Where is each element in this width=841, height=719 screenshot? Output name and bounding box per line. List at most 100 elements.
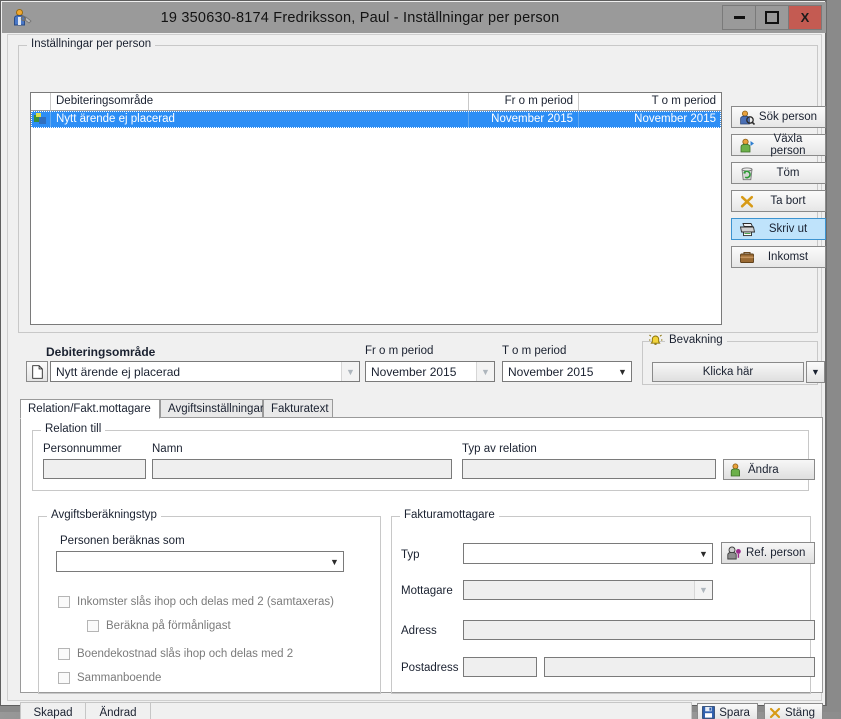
skriv-ut-button[interactable]: Skriv ut (731, 218, 826, 240)
relation-legend: Relation till (41, 423, 106, 435)
checkbox-box[interactable] (58, 596, 70, 608)
checkbox-box[interactable] (58, 648, 70, 660)
window-controls: X (722, 5, 822, 30)
row-from-period: November 2015 (469, 111, 579, 128)
checkbox-box[interactable] (87, 620, 99, 632)
bevakning-button-label: Klicka här (702, 366, 754, 378)
namn-label: Namn (152, 443, 183, 455)
to-period-combo[interactable]: November 2015 ▼ (502, 361, 632, 382)
table-row[interactable]: Nytt ärende ej placerad November 2015 No… (31, 111, 721, 128)
settings-grid[interactable]: Debiteringsområde Fr o m period T o m pe… (30, 92, 722, 325)
checkbox-label: Inkomster slås ihop och delas med 2 (sam… (77, 596, 334, 608)
maximize-button[interactable] (755, 5, 789, 30)
grid-header-area[interactable]: Debiteringsområde (51, 93, 469, 111)
chevron-down-icon: ▼ (811, 367, 820, 377)
tab-fakturatext[interactable]: Fakturatext (263, 399, 333, 418)
andra-button[interactable]: Ändra (723, 459, 815, 480)
ta-bort-label: Ta bort (770, 195, 806, 207)
stang-button[interactable]: Stäng (763, 703, 823, 719)
mottagare-combo[interactable]: ▼ (463, 580, 713, 600)
spara-button[interactable]: Spara (697, 703, 758, 719)
grid-header-icon-col[interactable] (31, 93, 51, 111)
status-message (150, 702, 693, 719)
row-area: Nytt ärende ej placerad (51, 111, 469, 128)
bevakning-dropdown-button[interactable]: ▼ (806, 361, 825, 383)
desktop-right-strip (827, 0, 841, 719)
personen-beraknas-som-combo[interactable]: ▼ (56, 551, 344, 572)
chevron-down-icon[interactable]: ▼ (476, 362, 494, 381)
close-button[interactable]: X (788, 5, 822, 30)
postort-field[interactable] (544, 657, 815, 677)
from-period-combo[interactable]: November 2015 ▼ (365, 361, 495, 382)
row-to-period: November 2015 (634, 113, 716, 125)
chevron-down-icon[interactable]: ▼ (694, 581, 712, 599)
maximize-icon (765, 11, 779, 24)
status-bar: Skapad Ändrad Spara Stäng (20, 701, 823, 719)
close-x-icon (769, 707, 781, 719)
bevakning-klicka-har-button[interactable]: Klicka här (652, 362, 804, 382)
ref-person-icon (726, 546, 742, 560)
person-edit-icon (729, 463, 744, 477)
andra-label: Ändra (748, 463, 779, 476)
inkomst-button[interactable]: Inkomst (731, 246, 826, 268)
status-andrad: Ändrad (85, 702, 151, 719)
personnummer-field[interactable] (43, 459, 146, 479)
to-period-value: November 2015 (508, 364, 594, 379)
personen-beraknas-som-label: Personen beräknas som (60, 535, 185, 547)
fakturamottagare-legend: Fakturamottagare (400, 509, 499, 521)
tab-panel-relation: Relation till Personnummer Namn Typ av r… (20, 417, 823, 694)
briefcase-icon (737, 249, 757, 265)
postnummer-field[interactable] (463, 657, 537, 677)
typ-combo[interactable]: ▼ (463, 543, 713, 564)
vaxla-person-button[interactable]: Växla person (731, 133, 826, 157)
checkbox-boendekostnad[interactable]: Boendekostnad slås ihop och delas med 2 (58, 648, 293, 660)
screenshot-root: 19 350630-8174 Fredriksson, Paul - Instä… (0, 0, 841, 719)
delete-x-icon (737, 193, 757, 209)
from-period-label: Fr o m period (365, 345, 434, 357)
tab-label: Fakturatext (271, 402, 329, 415)
checkbox-sammanboende[interactable]: Sammanboende (58, 672, 161, 684)
grid-header-to-period[interactable]: T o m period (579, 93, 721, 111)
namn-field[interactable] (152, 459, 452, 479)
debiteringsomrade-combo[interactable]: Nytt ärende ej placerad ▼ (50, 361, 360, 382)
tab-strip: Relation/Fakt.mottagare Avgiftsinställni… (20, 399, 823, 419)
tab-relation-fakt-mottagare[interactable]: Relation/Fakt.mottagare (20, 399, 160, 419)
checkbox-label: Boendekostnad slås ihop och delas med 2 (77, 648, 294, 660)
sok-person-button[interactable]: Sök person (731, 106, 826, 128)
alarm-bell-icon (648, 333, 663, 348)
ref-person-button[interactable]: Ref. person (721, 542, 815, 564)
printer-icon (737, 221, 757, 237)
spara-label: Spara (719, 706, 750, 719)
checkbox-inkomster-samtaxeras[interactable]: Inkomster slås ihop och delas med 2 (sam… (58, 596, 334, 608)
checkbox-box[interactable] (58, 672, 70, 684)
checkbox-label: Beräkna på förmånligast (106, 620, 231, 632)
chevron-down-icon[interactable]: ▼ (341, 362, 359, 381)
grid-header-row: Debiteringsområde Fr o m period T o m pe… (31, 93, 721, 111)
chevron-down-icon[interactable]: ▼ (695, 544, 712, 563)
recycle-bin-icon (737, 165, 757, 181)
grid-header-from-period[interactable]: Fr o m period (469, 93, 579, 111)
sok-person-label: Sök person (758, 111, 818, 123)
minimize-button[interactable] (722, 5, 756, 30)
typ-av-relation-field[interactable] (462, 459, 716, 479)
minimize-icon (733, 16, 745, 19)
chevron-down-icon[interactable]: ▼ (326, 552, 343, 571)
postadress-label: Postadress (401, 662, 459, 674)
ref-person-label: Ref. person (746, 547, 806, 559)
application-window: 19 350630-8174 Fredriksson, Paul - Instä… (0, 0, 827, 719)
adress-field[interactable] (463, 620, 815, 640)
tab-avgiftsinstallningar[interactable]: Avgiftsinställningar (160, 399, 264, 418)
new-document-button[interactable] (26, 361, 48, 382)
row-item-icon (31, 111, 51, 128)
debiteringsomrade-label: Debiteringsområde (46, 345, 156, 359)
tom-label: Töm (776, 167, 800, 179)
new-document-icon (31, 364, 43, 379)
ta-bort-button[interactable]: Ta bort (731, 190, 826, 212)
from-period-value: November 2015 (371, 364, 457, 379)
settings-group-legend: Inställningar per person (27, 38, 156, 50)
stang-label: Stäng (784, 706, 815, 719)
tab-label: Avgiftsinställningar (168, 402, 264, 415)
checkbox-berakna-pa-formanligast[interactable]: Beräkna på förmånligast (87, 620, 231, 632)
tom-button[interactable]: Töm (731, 162, 826, 184)
chevron-down-icon[interactable]: ▼ (614, 362, 631, 381)
